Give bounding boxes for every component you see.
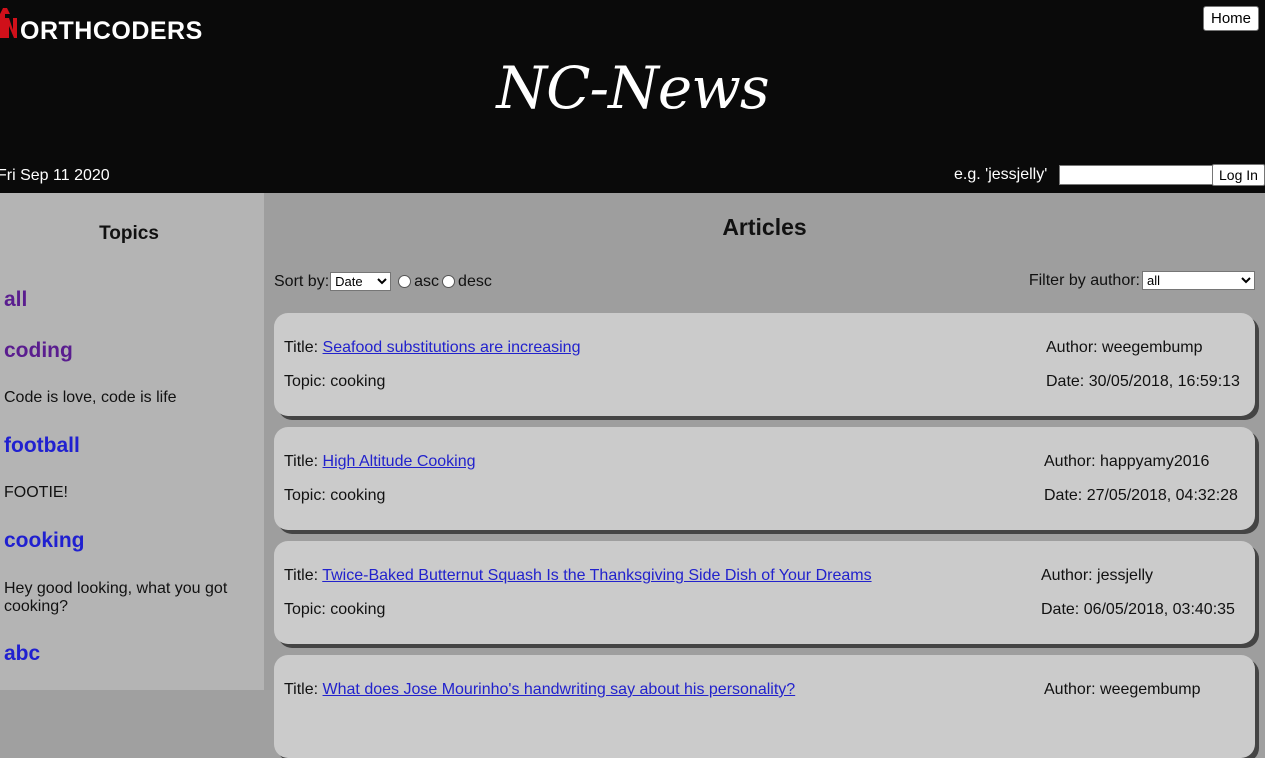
site-title: NC-News [496, 54, 769, 122]
title-prefix: Title: [284, 567, 319, 584]
title-prefix: Title: [284, 339, 319, 356]
author-select[interactable]: all [1142, 271, 1255, 290]
article-card: Title: What does Jose Mourinho's handwri… [274, 655, 1255, 758]
article-title-line: Title: High Altitude Cooking [284, 453, 476, 471]
title-prefix: Title: [284, 453, 319, 470]
logo-text: ORTHCODERS [20, 17, 203, 45]
login-button[interactable]: Log In [1212, 164, 1265, 186]
desc-radio[interactable] [442, 275, 456, 288]
article-title-line: Title: What does Jose Mourinho's handwri… [284, 681, 795, 699]
article-card: Title: High Altitude Cooking Topic: cook… [274, 427, 1255, 530]
article-title-line: Title: Twice-Baked Butternut Squash Is t… [284, 567, 872, 585]
topic-description: FOOTIE! [4, 484, 68, 501]
article-author: Author: weegembump [1046, 339, 1203, 356]
topics-heading: Topics [99, 223, 159, 244]
article-card: Title: Seafood substitutions are increas… [274, 313, 1255, 416]
topic-link-coding[interactable]: coding [4, 339, 73, 363]
home-button[interactable]: Home [1202, 6, 1259, 31]
article-topic: Topic: cooking [284, 373, 386, 390]
topic-link-cooking[interactable]: cooking [4, 529, 85, 553]
username-input[interactable] [1059, 165, 1213, 185]
article-title-link[interactable]: Twice-Baked Butternut Squash Is the Than… [322, 567, 871, 584]
topics-sidebar: Topics all coding Code is love, code is … [0, 193, 264, 690]
article-date: Date: 27/05/2018, 04:32:28 [1044, 487, 1238, 504]
article-title-link[interactable]: Seafood substitutions are increasing [323, 339, 581, 356]
article-title-link[interactable]: High Altitude Cooking [323, 453, 476, 470]
articles-heading: Articles [722, 214, 807, 240]
sort-select[interactable]: Date [330, 272, 392, 291]
topic-link-football[interactable]: football [4, 434, 80, 458]
northcoders-logo[interactable]: ORTHCODERS [0, 8, 202, 45]
asc-label: asc [414, 272, 440, 290]
northcoders-logo-mark [0, 8, 17, 38]
article-date: Date: 06/05/2018, 03:40:35 [1041, 601, 1235, 618]
article-topic: Topic: cooking [284, 487, 386, 504]
topic-link-abc[interactable]: abc [4, 642, 40, 666]
author-filter: Filter by author: all [1029, 271, 1255, 290]
article-author: Author: weegembump [1044, 681, 1201, 698]
desc-label: desc [458, 272, 492, 290]
sort-label: Sort by: [274, 272, 330, 290]
article-topic: Topic: cooking [284, 601, 386, 618]
login-hint: e.g. 'jessjelly' [954, 166, 1048, 183]
article-author: Author: jessjelly [1041, 567, 1154, 584]
article-date: Date: 30/05/2018, 16:59:13 [1046, 373, 1240, 390]
article-title-line: Title: Seafood substitutions are increas… [284, 339, 580, 357]
sort-controls: Sort by: Date asc desc [274, 272, 492, 291]
asc-radio[interactable] [398, 275, 412, 288]
articles-panel: Articles Sort by: Date asc desc Filter b… [264, 193, 1265, 758]
header: ORTHCODERS Home NC-News Fri Sep 11 2020 … [0, 0, 1265, 193]
topic-description: Hey good looking, what you got cooking? [4, 580, 228, 615]
topic-description: Code is love, code is life [4, 389, 177, 406]
article-author: Author: happyamy2016 [1044, 453, 1210, 470]
filter-label: Filter by author: [1028, 271, 1140, 289]
article-card: Title: Twice-Baked Butternut Squash Is t… [274, 541, 1255, 644]
current-date: Fri Sep 11 2020 [0, 167, 110, 184]
topic-link-all[interactable]: all [4, 288, 27, 312]
